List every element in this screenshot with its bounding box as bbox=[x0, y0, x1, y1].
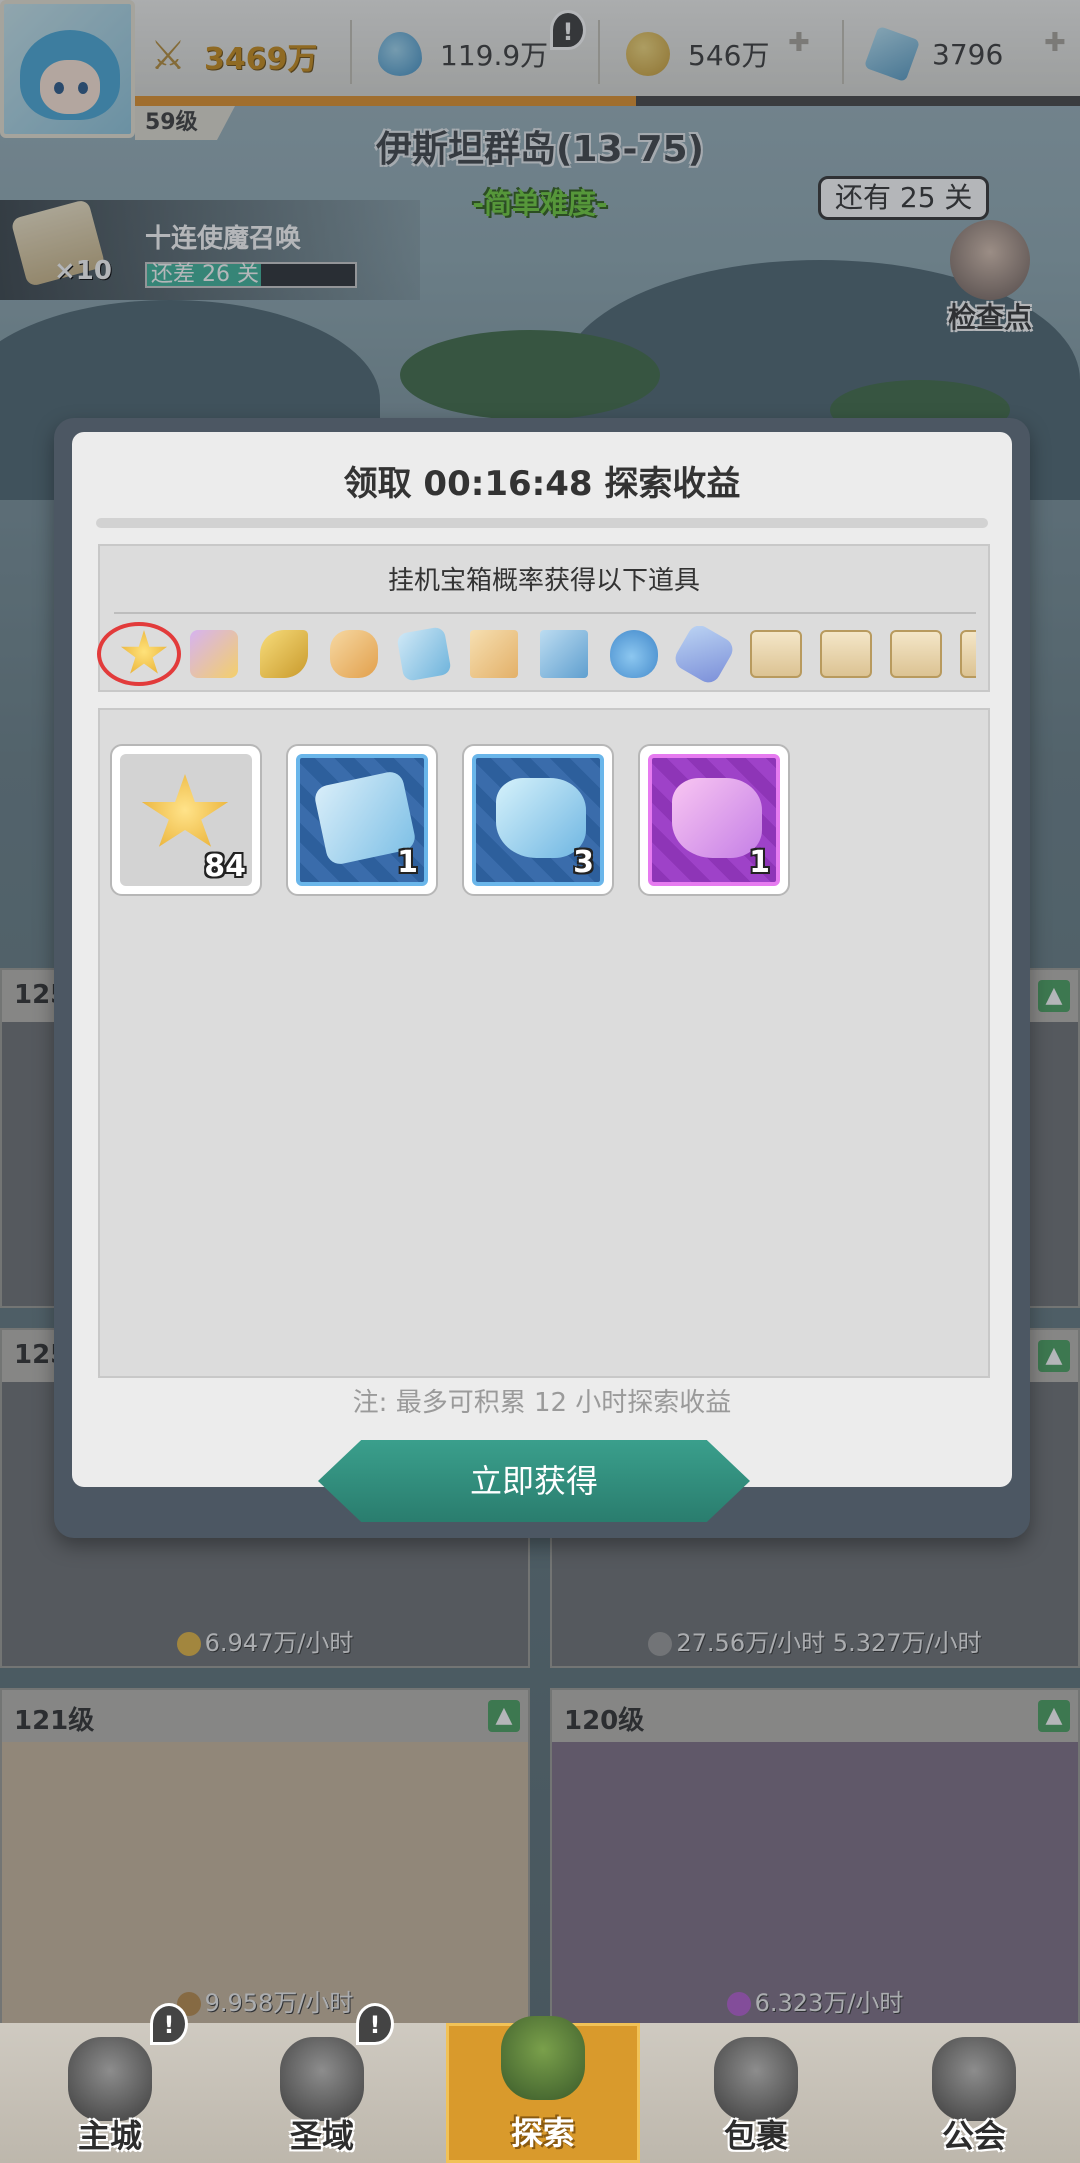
bag-icon bbox=[714, 2037, 798, 2121]
nav-label: 探索 bbox=[510, 2114, 575, 2152]
possible-drops-panel: 挂机宝箱概率获得以下道具 bbox=[98, 544, 990, 692]
reward-count: 3 bbox=[573, 845, 594, 880]
reward-item[interactable]: 1 bbox=[638, 744, 790, 896]
accumulation-note: 注: 最多可积累 12 小时探索收益 bbox=[352, 1388, 732, 1418]
claim-now-button[interactable]: 立即获得 bbox=[318, 1440, 750, 1522]
alert-badge: ! bbox=[356, 2003, 394, 2045]
reward-count: 1 bbox=[397, 845, 418, 880]
key-icon[interactable] bbox=[260, 630, 308, 678]
potion-icon[interactable] bbox=[610, 630, 658, 678]
guild-helmet-icon bbox=[932, 2037, 1016, 2121]
possible-drops-row[interactable] bbox=[114, 626, 976, 684]
gem-icon[interactable] bbox=[671, 626, 737, 684]
blue-map-icon[interactable] bbox=[540, 630, 588, 678]
castle-icon bbox=[68, 2037, 152, 2121]
highlight-circle bbox=[97, 622, 181, 686]
nav-sanctuary[interactable]: 圣域 ! bbox=[232, 2003, 412, 2163]
nav-guild[interactable]: 公会 bbox=[884, 2023, 1064, 2163]
rewards-panel: 84 1 3 1 bbox=[98, 708, 990, 1378]
nav-explore[interactable]: 探索 bbox=[446, 2016, 640, 2163]
ore-icon[interactable] bbox=[330, 630, 378, 678]
modal-divider bbox=[96, 518, 988, 528]
possible-drops-label: 挂机宝箱概率获得以下道具 bbox=[387, 566, 700, 596]
sword-in-stone-icon bbox=[501, 2016, 585, 2100]
blueprint-icon[interactable] bbox=[396, 626, 452, 682]
reward-count: 1 bbox=[749, 845, 770, 880]
reward-item[interactable]: 84 bbox=[110, 744, 262, 896]
modal-title: 领取 00:16:48 探索收益 bbox=[343, 464, 741, 504]
divider bbox=[114, 612, 976, 614]
nav-label: 公会 bbox=[941, 2117, 1006, 2155]
gold-star-icon bbox=[141, 774, 229, 847]
nav-label: 包裹 bbox=[723, 2117, 788, 2155]
reward-item[interactable]: 3 bbox=[462, 744, 614, 896]
reward-item[interactable]: 1 bbox=[286, 744, 438, 896]
map-icon[interactable] bbox=[470, 630, 518, 678]
alert-badge: ! bbox=[150, 2003, 188, 2045]
nav-main-city[interactable]: 主城 ! bbox=[20, 2003, 200, 2163]
chest-icon[interactable] bbox=[190, 630, 238, 678]
nav-bag[interactable]: 包裹 bbox=[666, 2023, 846, 2163]
nav-label: 圣域 bbox=[289, 2117, 354, 2155]
vortex-icon bbox=[280, 2037, 364, 2121]
reward-count: 84 bbox=[204, 849, 246, 884]
ticket-icon[interactable] bbox=[960, 630, 976, 678]
nav-label: 主城 bbox=[77, 2117, 142, 2155]
ticket-icon[interactable] bbox=[820, 630, 872, 678]
ticket-icon[interactable] bbox=[750, 630, 802, 678]
ticket-icon[interactable] bbox=[890, 630, 942, 678]
bottom-navigation: 主城 ! 圣域 ! 探索 包裹 公会 bbox=[0, 2003, 1080, 2163]
exploration-reward-modal: 领取 00:16:48 探索收益 挂机宝箱概率获得以下道具 84 1 3 1 注… bbox=[72, 432, 1012, 1487]
